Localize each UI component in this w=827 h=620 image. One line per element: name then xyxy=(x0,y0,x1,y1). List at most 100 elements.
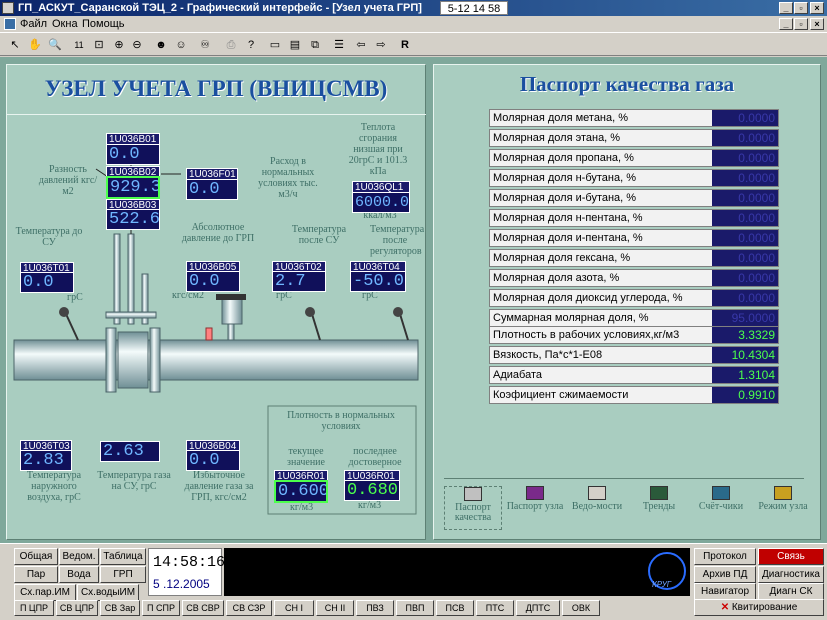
zoom-in-icon[interactable]: ⊕ xyxy=(110,36,128,54)
window-list-icon[interactable]: ☰ xyxy=(330,36,348,54)
zoom-actual-icon[interactable]: 11 xyxy=(70,36,88,54)
composition-value[interactable]: 95.0000 xyxy=(712,310,778,326)
ack-warning-icon: ✕ xyxy=(720,602,730,613)
value-r01-last[interactable]: 0.680 xyxy=(344,480,400,501)
station-tab[interactable]: П ЦПР xyxy=(14,600,54,616)
pointer-icon[interactable]: ↖ xyxy=(6,36,24,54)
composition-value[interactable]: 0.0000 xyxy=(712,290,778,306)
composition-value[interactable]: 0.0000 xyxy=(712,230,778,246)
station-tab[interactable]: СВ Зар xyxy=(100,600,140,616)
station-tab[interactable]: ПТС xyxy=(476,600,514,616)
density-last-label: последнее достоверное xyxy=(348,446,402,468)
nav-button-2[interactable]: Таблица xyxy=(100,548,146,565)
nav-folder-button[interactable]: Ведо-мости xyxy=(568,486,626,530)
value-b01[interactable]: 0.0 xyxy=(106,144,160,165)
zoom-fit-icon[interactable]: ⊡ xyxy=(90,36,108,54)
menu-help[interactable]: Помощь xyxy=(82,16,125,32)
composition-value[interactable]: 0.0000 xyxy=(712,150,778,166)
doc-close-button[interactable]: × xyxy=(810,18,824,30)
print-icon[interactable]: ⎙ xyxy=(222,36,240,54)
users-icon[interactable]: ☺ xyxy=(172,36,190,54)
forward-arrow-icon[interactable]: ⇨ xyxy=(372,36,390,54)
property-value[interactable]: 1.3104 xyxy=(712,367,778,383)
composition-value[interactable]: 0.0000 xyxy=(712,130,778,146)
property-value[interactable]: 10.4304 xyxy=(712,347,778,363)
value-f01[interactable]: 0.0 xyxy=(186,179,238,200)
composition-value[interactable]: 0.0000 xyxy=(712,170,778,186)
composition-value[interactable]: 0.0000 xyxy=(712,110,778,126)
minimize-button[interactable]: _ xyxy=(779,2,793,14)
nav-document-button[interactable]: Паспорт качества xyxy=(444,486,502,530)
nav-button-5[interactable]: ГРП xyxy=(100,566,146,583)
station-tab[interactable]: ПВП xyxy=(396,600,434,616)
binoculars-icon[interactable]: ♾ xyxy=(196,36,214,54)
magnify-icon[interactable]: 🔍 xyxy=(46,36,64,54)
station-tab[interactable]: СВ СВР xyxy=(182,600,224,616)
zoom-out-icon[interactable]: ⊖ xyxy=(128,36,146,54)
station-tab[interactable]: СВ ЦПР xyxy=(56,600,98,616)
restore-button[interactable]: ▫ xyxy=(794,2,808,14)
nav-book-button[interactable]: Паспорт узла xyxy=(506,486,564,530)
system-button-2[interactable]: Архив ПД xyxy=(694,566,756,583)
system-button-3[interactable]: Диагностика xyxy=(758,566,824,583)
value-r01-current[interactable]: 0.600 xyxy=(274,480,328,503)
station-tab[interactable]: П СПР xyxy=(142,600,180,616)
nav-button-4[interactable]: Вода xyxy=(59,566,99,583)
menu-windows[interactable]: Окна xyxy=(52,16,78,32)
refresh-r-button[interactable]: R xyxy=(396,36,414,54)
nav-button-1[interactable]: Ведом. xyxy=(59,548,99,565)
value-b03[interactable]: 522.6 xyxy=(106,209,160,230)
acknowledge-button[interactable]: ✕ Квитирование xyxy=(694,599,824,616)
composition-value[interactable]: 0.0000 xyxy=(712,190,778,206)
layout-split-icon[interactable]: ▤ xyxy=(286,36,304,54)
nav-button-6[interactable]: Сх.пар.ИМ xyxy=(14,584,76,601)
composition-row: Молярная доля гексана, % 0.0000 xyxy=(489,249,779,267)
user-icon[interactable]: ☻ xyxy=(152,36,170,54)
value-b04[interactable]: 0.0 xyxy=(186,450,240,471)
station-tab[interactable]: ДПТС xyxy=(516,600,560,616)
system-button-1[interactable]: Связь xyxy=(758,548,824,565)
doc-restore-button[interactable]: ▫ xyxy=(794,18,808,30)
system-button-5[interactable]: Диагн СК xyxy=(758,583,824,600)
help-icon[interactable]: ? xyxy=(242,36,260,54)
nav-trend-chart-button[interactable]: Тренды xyxy=(630,486,688,530)
value-ql1[interactable]: 6000.0 xyxy=(352,192,410,213)
system-button-0[interactable]: Протокол xyxy=(694,548,756,565)
menu-file[interactable]: Файл xyxy=(20,16,47,32)
station-tab[interactable]: ПСВ xyxy=(436,600,474,616)
value-gas-temp[interactable]: 2.63 xyxy=(100,441,160,462)
value-t03[interactable]: 2.83 xyxy=(20,450,72,471)
station-tab[interactable]: СВ СЗР xyxy=(226,600,272,616)
nav-label: Режим узла xyxy=(758,501,808,512)
book-icon xyxy=(526,486,544,500)
back-arrow-icon[interactable]: ⇦ xyxy=(352,36,370,54)
station-tab[interactable]: ПВЗ xyxy=(356,600,394,616)
station-tab[interactable]: СН II xyxy=(316,600,354,616)
nav-button-3[interactable]: Пар xyxy=(14,566,58,583)
nav-counter-button[interactable]: Счёт-чики xyxy=(692,486,750,530)
doc-minimize-button[interactable]: _ xyxy=(779,18,793,30)
value-t02[interactable]: 2.7 xyxy=(272,271,326,292)
value-b05[interactable]: 0.0 xyxy=(186,271,240,292)
station-tab[interactable]: СН I xyxy=(274,600,314,616)
property-row: Плотность в рабочих условиях,кг/м3 3.3329 xyxy=(489,326,779,344)
value-b02[interactable]: 929.3 xyxy=(106,176,160,199)
value-t01[interactable]: 0.0 xyxy=(20,272,74,293)
composition-value[interactable]: 0.0000 xyxy=(712,210,778,226)
nav-mode-button[interactable]: Режим узла xyxy=(754,486,812,530)
value-t04[interactable]: -50.0 xyxy=(350,271,406,292)
nav-button-0[interactable]: Общая xyxy=(14,548,58,565)
layout-single-icon[interactable]: ▭ xyxy=(266,36,284,54)
close-button[interactable]: × xyxy=(810,2,824,14)
property-value[interactable]: 3.3329 xyxy=(712,327,778,343)
property-value[interactable]: 0.9910 xyxy=(712,387,778,403)
composition-value[interactable]: 0.0000 xyxy=(712,270,778,286)
station-tab[interactable]: ОВК xyxy=(562,600,600,616)
system-button-4[interactable]: Навигатор xyxy=(694,583,756,600)
hand-icon[interactable]: ✋ xyxy=(26,36,44,54)
composition-row: Молярная доля диоксид углерода, % 0.0000 xyxy=(489,289,779,307)
nav-button-7[interactable]: Сх.водыИМ xyxy=(77,584,139,601)
counter-icon xyxy=(712,486,730,500)
layout-cascade-icon[interactable]: ⧉ xyxy=(306,36,324,54)
composition-value[interactable]: 0.0000 xyxy=(712,250,778,266)
